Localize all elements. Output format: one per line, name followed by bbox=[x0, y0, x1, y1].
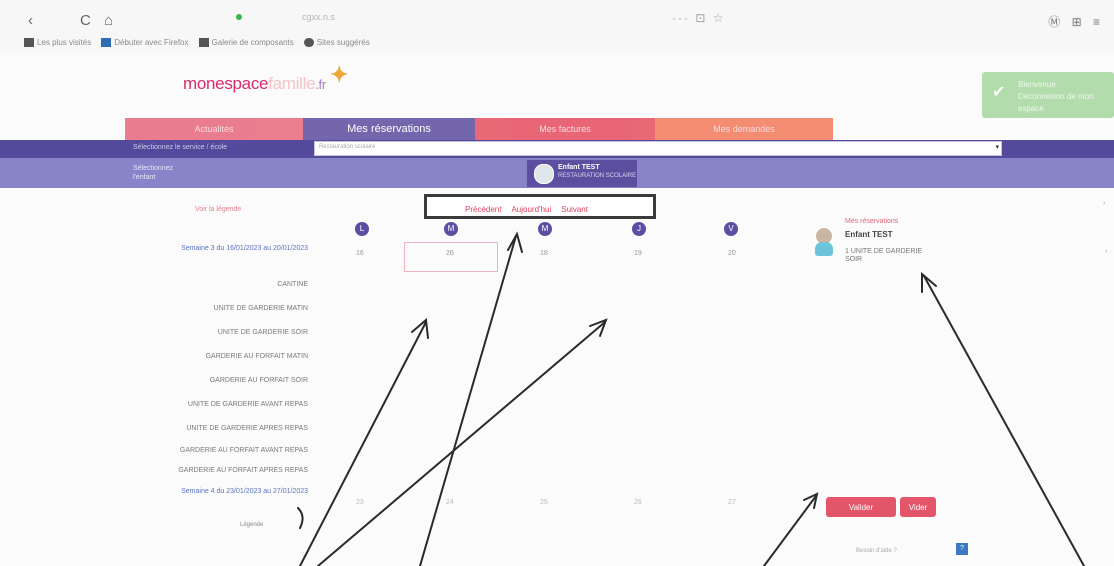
annotation-arrows bbox=[297, 231, 1085, 566]
arrow-to-reservation bbox=[923, 275, 1085, 566]
arrow-to-validate bbox=[763, 495, 817, 566]
arrow-to-cantine-cell bbox=[299, 321, 427, 566]
scribble-mark bbox=[297, 507, 304, 529]
arrow-to-nav bbox=[419, 235, 517, 566]
arrow-to-cell-wednesday bbox=[317, 321, 606, 566]
